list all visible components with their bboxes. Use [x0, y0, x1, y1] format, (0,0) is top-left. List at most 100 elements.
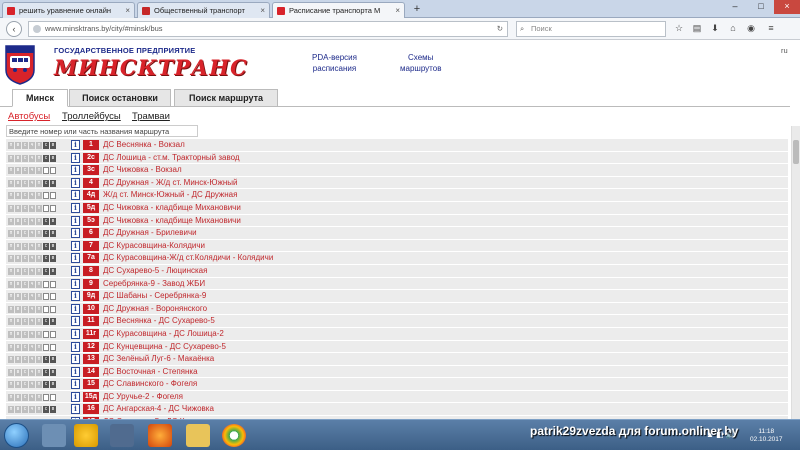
route-number-badge[interactable]: 14: [83, 366, 99, 377]
route-row[interactable]: п в с ч п с в i 14 ДС Восточная - Степянка: [6, 365, 788, 379]
window-close-button[interactable]: ×: [774, 0, 800, 14]
info-icon[interactable]: i: [71, 165, 80, 176]
tray-icons[interactable]: ▲ ◧ 🔊: [706, 430, 736, 439]
tab-stop-search[interactable]: Поиск остановки: [69, 89, 171, 107]
close-icon[interactable]: ×: [395, 3, 400, 18]
tab-minsk[interactable]: Минск: [12, 89, 68, 107]
route-number-badge[interactable]: 5э: [83, 215, 99, 226]
route-row[interactable]: п в с ч п с в i 7 ДС Курасовщина-Колядичи: [6, 239, 788, 253]
info-icon[interactable]: i: [71, 215, 80, 226]
star-icon[interactable]: ☆: [672, 22, 686, 36]
route-row[interactable]: п в с ч п с в i 11 ДС Веснянка - ДС Сухарево-5: [6, 315, 788, 328]
route-name-link[interactable]: ДС Чижовка - Вокзал: [103, 164, 182, 176]
route-name-link[interactable]: ДС Славинского - Фогеля: [103, 378, 197, 390]
route-number-badge[interactable]: 5д: [83, 202, 99, 213]
route-number-badge[interactable]: 4д: [83, 190, 99, 201]
route-schemes-link[interactable]: Схемы маршрутов: [400, 52, 441, 74]
route-name-link[interactable]: ДС Курасовщина - ДС Лошица-2: [103, 328, 224, 340]
route-number-badge[interactable]: 15д: [83, 391, 99, 402]
tab-trolleybuses[interactable]: Троллейбусы: [62, 111, 121, 122]
scrollbar[interactable]: [791, 126, 800, 419]
new-tab-button[interactable]: +: [410, 3, 424, 16]
route-name-link[interactable]: ДС Дружная - Ж/д ст. Минск-Южный: [103, 177, 237, 189]
route-row[interactable]: п в с ч п i 9д ДС Шабаны - Серебрянка-9: [6, 290, 788, 303]
route-name-link[interactable]: ДС Зелёный Луг-6 - Макаёнка: [103, 353, 214, 365]
taskbar-item-explorer[interactable]: [42, 424, 66, 447]
back-button[interactable]: ‹: [6, 21, 22, 37]
route-number-badge[interactable]: 12: [83, 341, 99, 352]
pda-version-link[interactable]: PDA-версия расписания: [312, 52, 357, 74]
route-number-badge[interactable]: 8: [83, 265, 99, 276]
address-bar[interactable]: www.minsktrans.by/city/#minsk/bus ↻: [28, 21, 508, 37]
route-number-badge[interactable]: 13: [83, 354, 99, 365]
route-name-link[interactable]: ДС Уручье-2 - Фогеля: [103, 391, 183, 403]
info-icon[interactable]: i: [71, 291, 80, 302]
reader-icon[interactable]: ▤: [690, 22, 704, 36]
route-row[interactable]: п в с ч п с в i 2с ДС Лошица - ст.м. Тракторный з…: [6, 151, 788, 165]
pocket-icon[interactable]: ◉: [744, 22, 758, 36]
route-name-link[interactable]: ДС Веснянка - Вокзал: [103, 139, 185, 151]
taskbar-item-firefox[interactable]: [148, 424, 172, 447]
language-link[interactable]: ru: [781, 46, 788, 55]
route-number-badge[interactable]: 9д: [83, 291, 99, 302]
tab-buses[interactable]: Автобусы: [8, 111, 50, 122]
route-name-link[interactable]: ДС Ангарская-4 - ДС Чижовка: [103, 403, 214, 415]
taskbar-item-ccleaner[interactable]: [74, 424, 98, 447]
route-row[interactable]: п в с ч п с в i 13 ДС Зелёный Луг-6 - Макаёнка: [6, 353, 788, 366]
route-number-badge[interactable]: 15: [83, 379, 99, 390]
route-number-badge[interactable]: 6: [83, 228, 99, 239]
route-row[interactable]: п в с ч п с в i 4 ДС Дружная - Ж/д ст. Минск-Южны…: [6, 176, 788, 190]
info-icon[interactable]: i: [71, 140, 80, 150]
taskbar-clock[interactable]: 11:18 02.10.2017: [750, 428, 783, 444]
info-icon[interactable]: i: [71, 391, 80, 402]
route-row[interactable]: п в с ч п с в i 6 ДС Дружная - Брилевичи: [6, 227, 788, 240]
home-icon[interactable]: ⌂: [726, 22, 740, 36]
route-row[interactable]: п в с ч п i 12 ДС Кунцевщина - ДС Сухарево-5: [6, 340, 788, 354]
route-name-link[interactable]: ДС Курасовщина-Ж/д ст.Колядичи - Колядич…: [103, 252, 273, 264]
tab-trams[interactable]: Трамваи: [132, 111, 170, 122]
start-button[interactable]: [4, 423, 29, 448]
route-name-link[interactable]: ДС Шабаны - Серебрянка-9: [103, 290, 206, 302]
info-icon[interactable]: i: [71, 404, 80, 415]
site-info-icon[interactable]: [33, 25, 41, 33]
reload-icon[interactable]: ↻: [497, 22, 503, 36]
maximize-button[interactable]: □: [748, 0, 774, 14]
route-number-badge[interactable]: 16: [83, 404, 99, 415]
route-name-link[interactable]: ДС Дружная - Воронянского: [103, 303, 207, 315]
brand-title[interactable]: МИНСКТРАНС: [54, 55, 248, 80]
route-number-badge[interactable]: 4: [83, 177, 99, 188]
route-row[interactable]: п в с ч п с в i 5э ДС Чижовка - кладбище Миханови…: [6, 214, 788, 228]
tab-route-search[interactable]: Поиск маршрута: [174, 89, 278, 107]
route-filter-input[interactable]: Введите номер или часть названия маршрут…: [6, 125, 198, 137]
info-icon[interactable]: i: [71, 240, 80, 251]
info-icon[interactable]: i: [71, 253, 80, 264]
browser-tab-2[interactable]: Общественный транспорт ×: [137, 2, 270, 18]
taskbar-item-chrome[interactable]: [222, 424, 246, 447]
info-icon[interactable]: i: [71, 228, 80, 239]
route-name-link[interactable]: ДС Кунцевщина - ДС Сухарево-5: [103, 341, 226, 353]
scrollbar-thumb[interactable]: [793, 140, 799, 164]
info-icon[interactable]: i: [71, 328, 80, 339]
close-icon[interactable]: ×: [260, 3, 265, 18]
route-name-link[interactable]: ДС Курасовщина-Колядичи: [103, 240, 205, 252]
route-number-badge[interactable]: 9: [83, 278, 99, 289]
info-icon[interactable]: i: [71, 316, 80, 327]
route-name-link[interactable]: ДС Веснянка - ДС Сухарево-5: [103, 315, 215, 327]
route-row[interactable]: п в с ч п i 3с ДС Чижовка - Вокзал: [6, 164, 788, 177]
route-number-badge[interactable]: 7а: [83, 253, 99, 264]
route-name-link[interactable]: ДС Восточная - Степянка: [103, 366, 198, 378]
route-number-badge[interactable]: 10: [83, 303, 99, 314]
info-icon[interactable]: i: [71, 366, 80, 377]
info-icon[interactable]: i: [71, 354, 80, 365]
route-row[interactable]: п в с ч п с в i 1 ДС Веснянка - Вокзал: [6, 139, 788, 152]
route-row[interactable]: п в с ч п i 4д Ж/д ст. Минск-Южный - ДС Дружная: [6, 189, 788, 202]
browser-tab-1[interactable]: решить уравнение онлайн ×: [2, 2, 135, 18]
info-icon[interactable]: i: [71, 341, 80, 352]
route-name-link[interactable]: Ж/д ст. Минск-Южный - ДС Дружная: [103, 189, 237, 201]
route-number-badge[interactable]: 1: [83, 140, 99, 150]
route-row[interactable]: п в с ч п i 11г ДС Курасовщина - ДС Лошица-2: [6, 327, 788, 341]
download-icon[interactable]: ⬇: [708, 22, 722, 36]
route-name-link[interactable]: ДС Лошица - ст.м. Тракторный завод: [103, 152, 240, 164]
close-icon[interactable]: ×: [125, 3, 130, 18]
info-icon[interactable]: i: [71, 190, 80, 201]
